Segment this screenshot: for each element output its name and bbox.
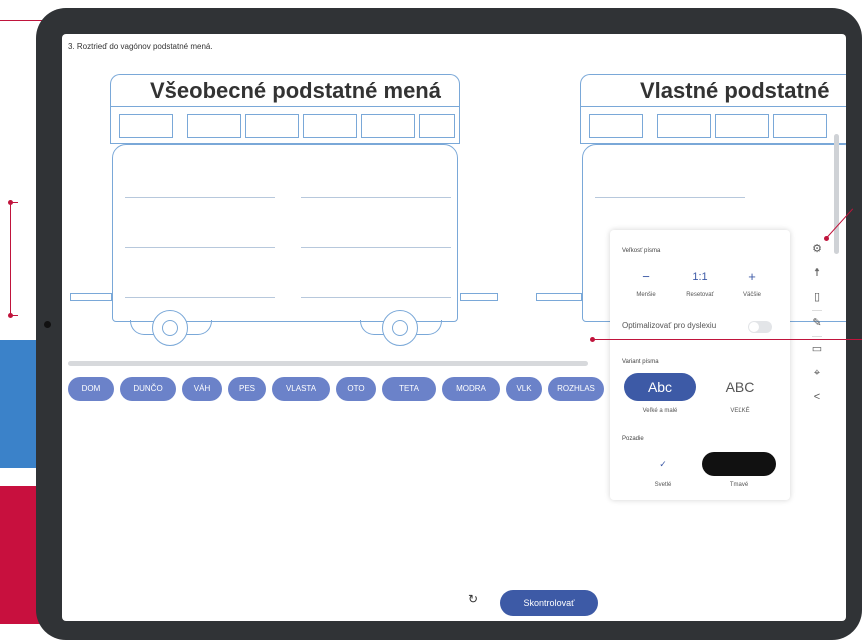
bg-dark-caption: Tmavé — [729, 482, 749, 488]
word-chip[interactable]: VLK — [506, 377, 542, 401]
variant-mixed-caption: Veľké a malé — [642, 408, 678, 414]
font-reset-label: Resetovať — [686, 292, 714, 298]
decor-red-band — [0, 486, 40, 624]
bookmark-icon[interactable]: ▯ — [810, 290, 824, 304]
word-chip[interactable]: DUNČO — [120, 377, 176, 401]
font-reset-button[interactable]: 1:1 — [680, 262, 720, 292]
annotation-bracket — [8, 200, 38, 318]
screen-icon[interactable]: ▭ — [810, 342, 824, 356]
dyslexia-label: Optimalizovať pro dyslexiu — [622, 321, 717, 330]
variant-upper-caption: VEĽKÉ — [730, 408, 750, 414]
wagon-title: Všeobecné podstatné mená — [150, 78, 441, 103]
annotation-line — [592, 339, 862, 340]
font-smaller-label: Menšie — [636, 292, 656, 298]
word-chip[interactable]: VLASTA — [272, 377, 330, 401]
font-variant-heading: Variant písma — [622, 359, 659, 365]
side-toolbar: ⚙ ☨ ▯ ✎ ▭ ⌖ < — [802, 230, 832, 420]
coupler-right — [536, 293, 582, 301]
variant-mixed-button[interactable]: Abc — [624, 373, 696, 401]
annotation-dot — [824, 236, 829, 241]
target-icon[interactable]: ⌖ — [810, 366, 824, 380]
font-larger-label: Väčšie — [742, 292, 761, 298]
wagon-title: Vlastné podstatné — [640, 78, 830, 103]
word-chip[interactable]: ROZHLAS — [548, 377, 604, 401]
font-larger-button[interactable]: + — [732, 262, 772, 292]
word-chip[interactable]: MODRA — [442, 377, 500, 401]
word-chip[interactable]: TETA — [382, 377, 436, 401]
gear-icon[interactable]: ⚙ — [810, 242, 824, 256]
accessibility-icon[interactable]: ☨ — [810, 266, 824, 280]
share-icon[interactable]: < — [810, 390, 824, 404]
decor-blue-band — [0, 340, 40, 468]
task-instruction: 3. Roztrieď do vagónov podstatné mená. — [68, 42, 213, 51]
annotation-dot — [590, 337, 595, 342]
bg-dark-button[interactable] — [702, 452, 776, 476]
tablet-camera — [44, 321, 51, 328]
coupler-left — [70, 293, 112, 301]
horizontal-scrollbar[interactable] — [68, 361, 588, 366]
word-chip[interactable]: VÁH — [182, 377, 222, 401]
background-heading: Pozadie — [622, 436, 644, 442]
word-chip[interactable]: DOM — [68, 377, 114, 401]
wagon-common-nouns[interactable]: Všeobecné podstatné mená — [110, 74, 460, 350]
coupler-middle — [460, 293, 498, 301]
word-chip[interactable]: PES — [228, 377, 266, 401]
font-size-heading: Veľkosť písma — [622, 248, 661, 254]
bg-light-button[interactable]: ✓ — [626, 452, 700, 476]
drop-zone-common[interactable] — [112, 144, 458, 322]
vertical-scrollbar[interactable] — [834, 134, 839, 254]
check-button[interactable]: Skontrolovať — [500, 590, 598, 616]
font-smaller-button[interactable]: − — [626, 262, 666, 292]
pencil-icon[interactable]: ✎ — [810, 316, 824, 330]
variant-upper-button[interactable]: ABC — [704, 373, 776, 401]
word-chip[interactable]: OTO — [336, 377, 376, 401]
dyslexia-toggle[interactable] — [748, 321, 772, 333]
app-screen: 3. Roztrieď do vagónov podstatné mená. V… — [62, 34, 846, 621]
bg-light-caption: Svetlé — [654, 482, 672, 488]
undo-icon[interactable]: ↻ — [468, 592, 478, 606]
